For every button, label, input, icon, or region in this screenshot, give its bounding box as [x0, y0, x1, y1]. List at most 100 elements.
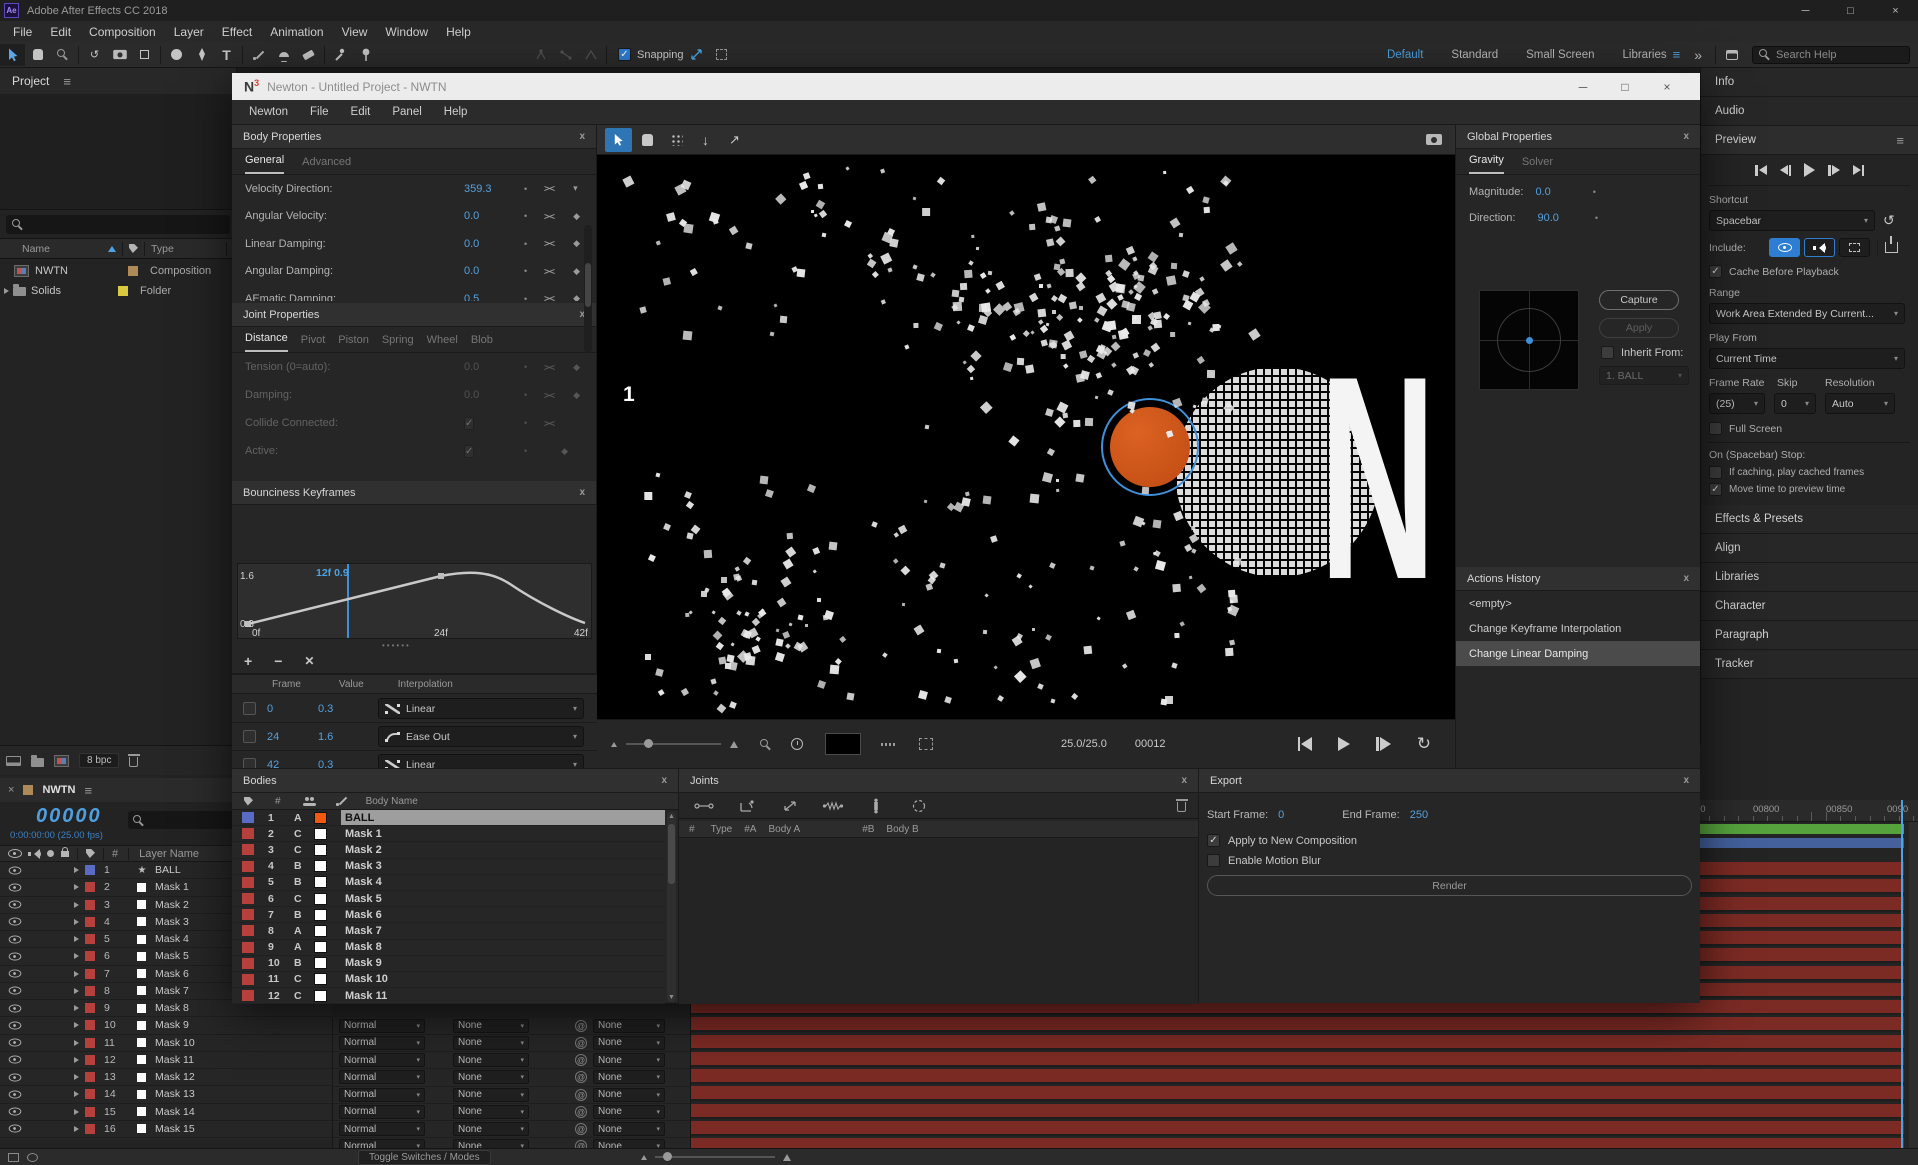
body-name-column[interactable]: Body Name	[366, 796, 418, 807]
track-matte-select[interactable]: None ▾	[453, 1053, 529, 1068]
layer-name[interactable]: Mask 4	[149, 933, 189, 945]
body-fill-swatch[interactable]	[314, 973, 327, 986]
blend-mode-select[interactable]: Normal ▾	[339, 1018, 425, 1033]
property-value[interactable]: 0.0	[464, 210, 524, 222]
new-comp-icon[interactable]	[54, 754, 69, 767]
expression-dot-icon[interactable]: •	[524, 239, 527, 249]
workspace-tab[interactable]: Default	[1373, 49, 1437, 61]
body-label-swatch[interactable]	[242, 925, 254, 937]
blend-mode-select[interactable]: Normal ▾	[339, 1070, 425, 1085]
layer-name[interactable]: Mask 13	[149, 1088, 195, 1100]
newton-gravity-tool[interactable]: ↓	[692, 128, 719, 152]
joint-tab[interactable]: Piston	[338, 334, 369, 352]
workspace-tab[interactable]: Standard	[1437, 49, 1512, 61]
body-label-swatch[interactable]	[242, 909, 254, 921]
body-name[interactable]: Mask 9	[341, 956, 665, 971]
track-matte-select[interactable]: None ▾	[453, 1104, 529, 1119]
body-name[interactable]: Mask 11	[341, 988, 665, 1003]
newton-minimize-button[interactable]: ─	[1562, 73, 1604, 100]
blend-mode-select[interactable]: Normal ▾	[339, 1035, 425, 1050]
body-row[interactable]: 12 C Mask 11	[232, 988, 665, 1004]
tab-gravity[interactable]: Gravity	[1469, 154, 1504, 174]
play-button[interactable]	[1338, 737, 1351, 751]
skip-select[interactable]: 0 ▾	[1774, 393, 1816, 414]
layer-row[interactable]: 11 ★ Mask 10	[0, 1034, 332, 1052]
panel-menu-icon[interactable]: ≡	[63, 74, 71, 89]
bodies-scrollbar[interactable]: ▲ ▼	[667, 812, 676, 1002]
body-properties-header[interactable]: Body Properties x	[232, 125, 596, 149]
property-value[interactable]: 359.3	[464, 183, 524, 195]
pan-behind-tool[interactable]	[132, 44, 157, 66]
track-matte-select[interactable]: None ▾	[453, 1035, 529, 1050]
delete-joint-icon[interactable]	[1175, 799, 1188, 812]
preview-panel-header[interactable]: Preview ≡	[1701, 126, 1918, 155]
marquee-icon[interactable]	[919, 738, 933, 750]
layer-color-swatch[interactable]	[85, 934, 95, 945]
keyframe-checkbox[interactable]	[243, 702, 256, 715]
layer-color-swatch[interactable]	[85, 1123, 95, 1134]
body-label-swatch[interactable]	[242, 812, 254, 824]
snapping-checkbox[interactable]	[618, 48, 631, 61]
menu-item[interactable]: Edit	[41, 25, 80, 39]
gravity-direction-widget[interactable]	[1479, 290, 1579, 390]
reset-icon[interactable]: ↺	[1883, 212, 1895, 229]
layer-color-swatch[interactable]	[85, 1106, 95, 1117]
parent-select[interactable]: None ▾	[593, 1070, 665, 1085]
layer-name[interactable]: Mask 1	[149, 881, 189, 893]
panel-menu-icon[interactable]: ≡	[84, 783, 92, 798]
interpolation-select[interactable]: Ease Out ▾	[378, 726, 584, 747]
rotation-tool[interactable]: ↺	[82, 44, 107, 66]
history-item[interactable]: <empty>	[1456, 591, 1700, 616]
pivot-joint-icon[interactable]	[734, 797, 760, 815]
body-fill-swatch[interactable]	[314, 843, 327, 856]
eye-icon[interactable]	[8, 917, 22, 926]
eraser-tool[interactable]	[296, 44, 321, 66]
eye-icon[interactable]	[8, 1038, 22, 1047]
col-bodyb[interactable]: Body B	[886, 824, 918, 835]
clone-stamp-tool[interactable]	[271, 44, 296, 66]
gravity-point[interactable]	[1526, 337, 1533, 344]
body-name[interactable]: Mask 7	[341, 923, 665, 938]
property-value[interactable]: 0.0	[464, 238, 524, 250]
body-group[interactable]: B	[294, 909, 314, 921]
body-name[interactable]: BALL	[341, 810, 665, 826]
body-group[interactable]: B	[294, 957, 314, 969]
keyframe-row[interactable]: 24 1.6 Ease Out ▾	[232, 723, 597, 751]
body-label-swatch[interactable]	[242, 973, 254, 985]
layer-color-swatch[interactable]	[85, 916, 95, 927]
spring-joint-icon[interactable]	[820, 797, 846, 815]
start-frame-value[interactable]: 0	[1278, 809, 1284, 821]
menu-item[interactable]: File	[4, 25, 41, 39]
expand-arrow-icon[interactable]	[74, 867, 79, 874]
actions-history-header[interactable]: Actions History x	[1456, 567, 1700, 591]
newton-select-tool[interactable]	[605, 127, 632, 152]
label-column-icon[interactable]	[129, 244, 139, 253]
body-row[interactable]: 7 B Mask 6	[232, 907, 665, 924]
fill-column-icon[interactable]	[335, 795, 348, 807]
collapsed-panel-header[interactable]: Character	[1701, 592, 1918, 621]
info-panel-header[interactable]: Info	[1701, 68, 1918, 97]
sort-asc-icon[interactable]	[108, 245, 117, 252]
play-button[interactable]	[1804, 163, 1815, 177]
workspace-tab[interactable]: Small Screen	[1512, 49, 1608, 61]
collapsed-panel-header[interactable]: Libraries	[1701, 563, 1918, 592]
body-group[interactable]: B	[294, 860, 314, 872]
body-group[interactable]: C	[294, 828, 314, 840]
pickwhip-icon[interactable]: @	[575, 1071, 587, 1084]
body-row[interactable]: 8 A Mask 7	[232, 923, 665, 940]
play-cached-checkbox[interactable]	[1709, 466, 1722, 479]
body-label-swatch[interactable]	[242, 844, 254, 856]
joint-tab[interactable]: Spring	[382, 334, 414, 352]
snap-angle-icon[interactable]	[684, 44, 709, 66]
zoom-out-icon[interactable]	[640, 1154, 647, 1160]
randomize-icon[interactable]	[544, 294, 556, 301]
body-row[interactable]: 10 B Mask 9	[232, 956, 665, 972]
collapsed-panel-header[interactable]: Align	[1701, 534, 1918, 563]
expand-arrow-icon[interactable]	[74, 970, 79, 977]
body-fill-swatch[interactable]	[314, 827, 327, 840]
group-column-icon[interactable]	[302, 796, 316, 806]
zoom-in-icon[interactable]	[782, 1153, 791, 1161]
close-button[interactable]: ×	[1873, 0, 1918, 21]
parent-select[interactable]: None ▾	[593, 1087, 665, 1102]
eye-icon[interactable]	[8, 1004, 22, 1013]
